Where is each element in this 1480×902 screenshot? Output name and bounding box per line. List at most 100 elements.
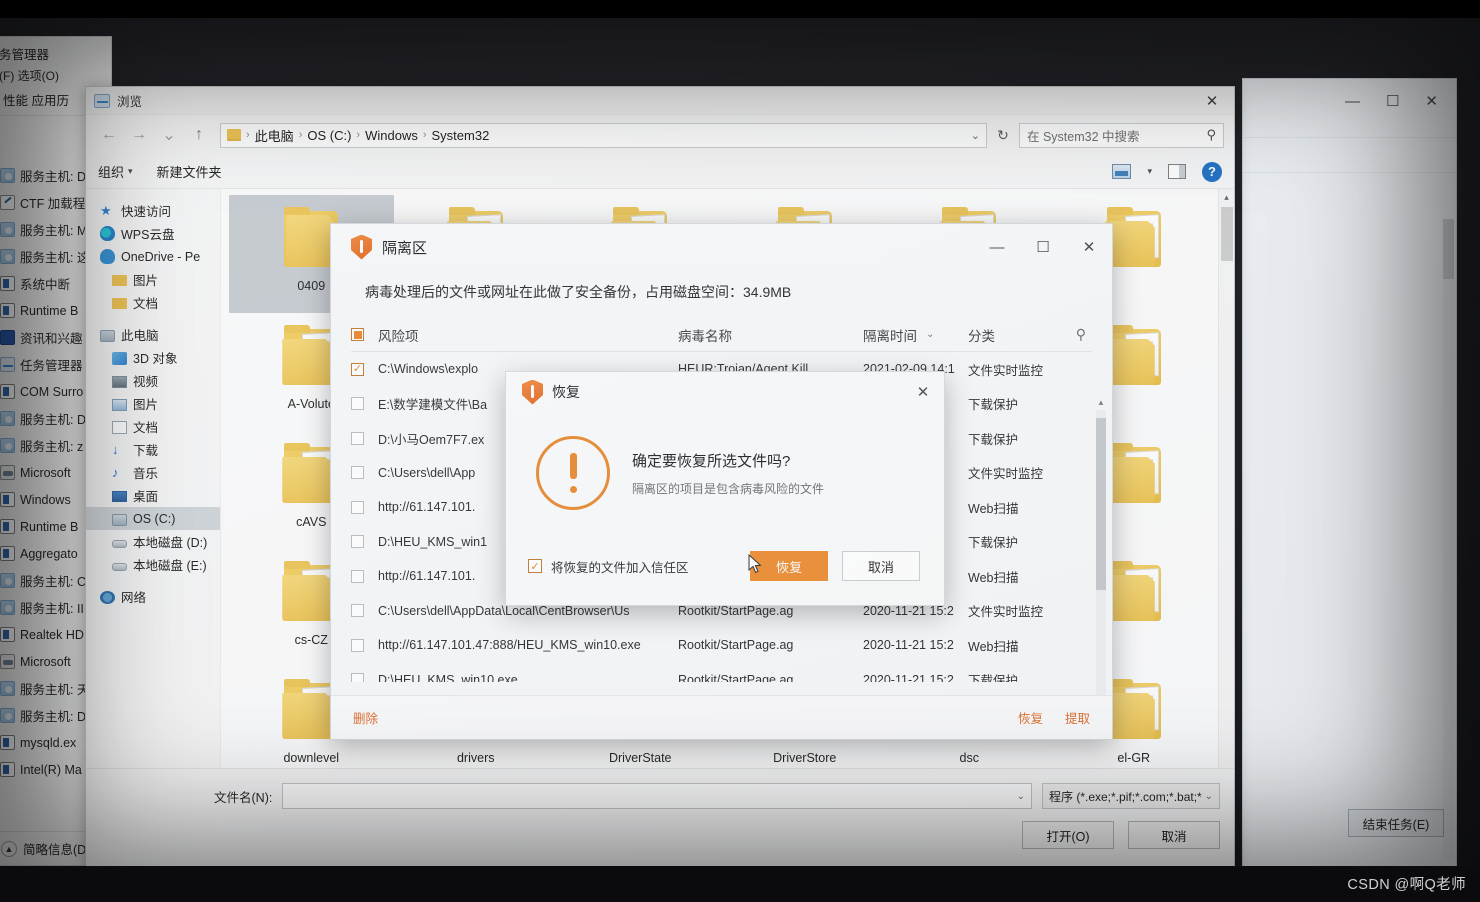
search-icon[interactable]: ⚲ bbox=[1076, 326, 1092, 343]
sidebar-item--[interactable]: ↓ 下载 bbox=[86, 438, 220, 461]
row-checkbox[interactable] bbox=[351, 604, 364, 618]
sidebar-item--[interactable]: 图片 bbox=[86, 392, 220, 415]
maximize-icon[interactable]: ☐ bbox=[1386, 92, 1399, 110]
scrollbar-thumb[interactable] bbox=[1221, 207, 1233, 261]
scroll-up-icon[interactable]: ▴ bbox=[1219, 189, 1234, 205]
minimize-icon[interactable]: — bbox=[1345, 93, 1360, 110]
row-checkbox[interactable] bbox=[351, 673, 364, 682]
background-scrollbar[interactable] bbox=[1443, 219, 1454, 859]
forward-icon[interactable]: → bbox=[126, 122, 152, 148]
sidebar-item-wps-[interactable]: WPS云盘 bbox=[86, 222, 220, 245]
row-checkbox[interactable] bbox=[351, 397, 364, 411]
address-bar[interactable]: › 此电脑 › OS (C:) › Windows › System32 ⌄ bbox=[220, 122, 987, 148]
column-header-risk[interactable]: 风险项 bbox=[378, 325, 678, 345]
close-icon[interactable]: ✕ bbox=[1066, 224, 1112, 270]
up-icon[interactable]: ↑ bbox=[186, 122, 212, 148]
sidebar-item-3d-[interactable]: 3D 对象 bbox=[86, 346, 220, 369]
chevron-up-icon[interactable]: ▲ bbox=[1, 840, 17, 857]
sidebar-item--[interactable]: 图片 bbox=[86, 268, 220, 291]
row-checkbox[interactable] bbox=[351, 431, 364, 445]
sidebar-item--[interactable]: 文档 bbox=[86, 291, 220, 314]
new-folder-button[interactable]: 新建文件夹 bbox=[157, 162, 222, 181]
sidebar-item-os-c-[interactable]: OS (C:) bbox=[86, 507, 220, 530]
open-button[interactable]: 打开(O) bbox=[1022, 821, 1114, 849]
back-icon[interactable]: ← bbox=[96, 122, 122, 148]
extract-button[interactable]: 提取 bbox=[1065, 708, 1090, 727]
sidebar-item--e-[interactable]: 本地磁盘 (E:) bbox=[86, 553, 220, 576]
file-type-filter[interactable]: 程序 (*.exe;*.pif;*.com;*.bat;* ⌄ bbox=[1042, 783, 1220, 809]
row-checkbox[interactable] bbox=[351, 362, 364, 376]
refresh-icon[interactable]: ↻ bbox=[991, 123, 1015, 148]
filename-input[interactable]: ⌄ bbox=[282, 783, 1032, 809]
close-icon[interactable]: ✕ bbox=[1190, 87, 1234, 115]
chevron-down-icon[interactable]: ▾ bbox=[1147, 166, 1152, 177]
search-input[interactable]: 在 System32 中搜索 ⚲ bbox=[1019, 122, 1224, 148]
row-checkbox[interactable] bbox=[351, 500, 364, 514]
sidebar-item--[interactable]: 网络 bbox=[86, 585, 220, 608]
preview-pane-icon[interactable] bbox=[1168, 164, 1186, 179]
scrollbar-thumb[interactable] bbox=[1096, 418, 1106, 590]
row-checkbox[interactable] bbox=[351, 535, 364, 549]
music-icon: ♪ bbox=[112, 465, 119, 480]
delete-button[interactable]: 删除 bbox=[353, 708, 378, 727]
task-manager-menubar[interactable]: (F) 选项(O) bbox=[0, 65, 111, 86]
column-header-time[interactable]: 隔离时间 ⌄ bbox=[863, 325, 968, 345]
trust-zone-checkbox-row[interactable]: ✓ 将恢复的文件加入信任区 bbox=[528, 557, 689, 576]
close-icon[interactable]: ✕ bbox=[902, 372, 944, 412]
end-task-button[interactable]: 结束任务(E) bbox=[1348, 809, 1444, 837]
breadcrumb-item-os-c[interactable]: OS (C:) bbox=[307, 128, 351, 143]
row-checkbox[interactable] bbox=[351, 466, 364, 480]
scrollbar-thumb[interactable] bbox=[1443, 219, 1454, 279]
trust-zone-checkbox[interactable]: ✓ bbox=[528, 559, 542, 573]
sidebar-item--d-[interactable]: 本地磁盘 (D:) bbox=[86, 530, 220, 553]
breadcrumb-item-windows[interactable]: Windows bbox=[365, 128, 418, 143]
close-icon[interactable]: ✕ bbox=[1425, 92, 1438, 110]
search-icon[interactable]: ⚲ bbox=[1206, 127, 1216, 143]
breadcrumb-separator: › bbox=[298, 129, 303, 141]
breadcrumb-item-this-pc[interactable]: 此电脑 bbox=[255, 126, 294, 145]
background-window[interactable]: — ☐ ✕ 结束任务(E) bbox=[1242, 78, 1457, 868]
sidebar-item-onedrive-pe[interactable]: OneDrive - Pe bbox=[86, 245, 220, 268]
explorer-sidebar[interactable]: ★ 快速访问 WPS云盘 OneDrive - Pe 图片 文档 此电脑 3D 对象 视频 图片文… bbox=[86, 189, 220, 799]
view-mode-icon[interactable] bbox=[1112, 164, 1132, 179]
sidebar-item--[interactable]: 视频 bbox=[86, 369, 220, 392]
minimize-icon[interactable]: — bbox=[974, 224, 1020, 270]
table-row[interactable]: D:\HEU_KMS_win10.exe Rootkit/StartPage.ag… bbox=[351, 663, 1092, 682]
filename-label: 文件名(N): bbox=[214, 790, 273, 805]
confirm-restore-button[interactable]: 恢复 bbox=[750, 551, 828, 581]
desktop-surface: 务管理器 (F) 选项(O) 性能 应用历 服务主机: D CTF 加载程 服务主机… bbox=[0, 18, 1480, 869]
window-icon bbox=[0, 519, 15, 534]
row-checkbox[interactable] bbox=[351, 569, 364, 583]
help-icon[interactable]: ? bbox=[1202, 161, 1222, 182]
recent-locations-icon[interactable]: ⌄ bbox=[156, 122, 182, 148]
quarantine-scrollbar[interactable]: ▲ ▼ bbox=[1096, 398, 1106, 739]
organize-button[interactable]: 组织 ▾ bbox=[98, 162, 133, 181]
sidebar-item-label: 视频 bbox=[133, 375, 159, 389]
chevron-down-icon[interactable]: ⌄ bbox=[1205, 791, 1213, 802]
divider bbox=[1243, 137, 1456, 138]
column-header-category[interactable]: 分类 bbox=[968, 325, 1048, 345]
folder-icon bbox=[112, 298, 127, 309]
sidebar-item--[interactable]: 桌面 bbox=[86, 484, 220, 507]
restore-button[interactable]: 恢复 bbox=[1018, 708, 1043, 727]
sidebar-item--[interactable]: ♪ 音乐 bbox=[86, 461, 220, 484]
confirm-cancel-button[interactable]: 取消 bbox=[842, 551, 920, 581]
maximize-icon[interactable]: ☐ bbox=[1020, 224, 1066, 270]
folder-name: DriverState bbox=[608, 751, 672, 765]
explorer-scrollbar[interactable]: ▴ ▾ bbox=[1218, 189, 1234, 799]
pictures-icon bbox=[112, 398, 127, 411]
scroll-up-icon[interactable]: ▲ bbox=[1096, 398, 1106, 410]
restore-confirm-dialog[interactable]: 恢复 ✕ 确定要恢复所选文件吗? 隔离区的项目是包含病毒风险的文件 ✓ 将恢复的… bbox=[505, 371, 945, 606]
chevron-down-icon[interactable]: ⌄ bbox=[971, 129, 980, 142]
fewer-details-label: 简略信息(D) bbox=[23, 843, 91, 857]
chevron-down-icon[interactable]: ⌄ bbox=[1017, 791, 1025, 802]
column-header-virus[interactable]: 病毒名称 bbox=[678, 325, 863, 345]
cancel-button[interactable]: 取消 bbox=[1128, 821, 1220, 849]
sidebar-item--[interactable]: 此电脑 bbox=[86, 323, 220, 346]
table-row[interactable]: http://61.147.101.47:888/HEU_KMS_win10.e… bbox=[351, 628, 1092, 663]
sidebar-item--[interactable]: ★ 快速访问 bbox=[86, 199, 220, 222]
sidebar-item--[interactable]: 文档 bbox=[86, 415, 220, 438]
row-checkbox[interactable] bbox=[351, 638, 364, 652]
select-all-checkbox[interactable] bbox=[351, 328, 364, 341]
breadcrumb-item-system32[interactable]: System32 bbox=[432, 128, 490, 143]
